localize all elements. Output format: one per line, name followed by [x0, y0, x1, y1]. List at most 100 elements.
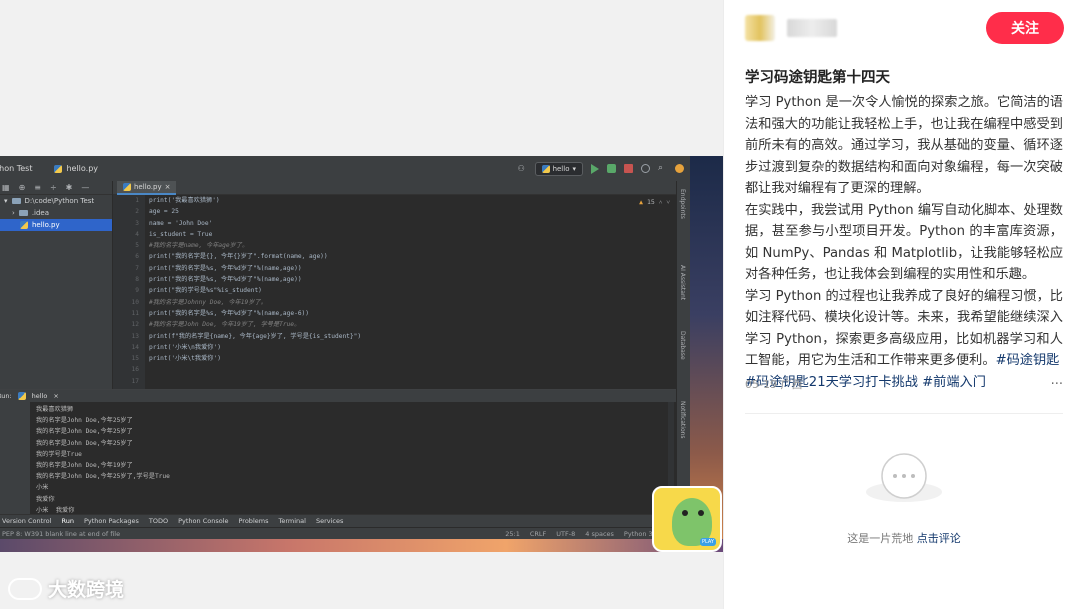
output-line: 我最喜欢猎狮 — [36, 406, 74, 413]
update-icon — [675, 164, 684, 173]
tool-tab: TODO — [148, 517, 169, 525]
line-number: 12 — [131, 321, 139, 329]
close-icon: × — [164, 183, 171, 191]
code-line: print("我的名字是{}, 今年{}岁了".format(name, age… — [149, 253, 328, 261]
post-date-location: 05-19 广西 — [745, 378, 803, 391]
side-tool-label: Database — [679, 331, 686, 360]
chevron-right-icon: › — [12, 209, 15, 217]
empty-comment-icon — [864, 450, 944, 510]
post-detail-panel: 关注 学习码途钥匙第十四天 学习 Python 是一次令人愉悦的探索之旅。它简洁… — [723, 0, 1080, 609]
line-number: 17 — [131, 377, 139, 385]
more-options-icon[interactable]: ··· — [1051, 377, 1063, 392]
project-item-idea: › .idea — [12, 209, 50, 217]
side-tool-label: AI Assistant — [679, 265, 686, 301]
code-editor: 1 2 3 4 5 6 7 8 9 10 11 12 13 14 15 16 17 print('我最喜欢猎狮'… — [113, 195, 676, 389]
run-panel-header: Run: hello × — [0, 390, 676, 402]
code-line: print('小米\n我爱你') — [149, 343, 221, 351]
output-line: 我的名字是John Doe,今年25岁了 — [36, 439, 133, 447]
line-number: 4 — [135, 230, 139, 238]
code-lines: print('我最喜欢猎狮') age = 25 name = 'John Doe'… — [149, 195, 669, 387]
project-toolbar: ▦ ⊕ ≡ ÷ ✱ — — [0, 181, 112, 195]
line-number: 9 — [135, 287, 139, 295]
code-line: #我的名字是Johnny Doe, 今年19岁了。 — [149, 298, 267, 306]
line-number: 10 — [131, 298, 139, 306]
run-panel: Run: hello × 我最喜欢猎狮我的名字是John Doe,今年25岁了我… — [0, 389, 676, 516]
author-name-blurred[interactable] — [787, 19, 837, 37]
folder-icon: ▦ — [2, 183, 10, 192]
editor-tab-hello: hello.py × — [117, 181, 177, 195]
post-paragraph: 在实践中，我尝试用 Python 编写自动化脚本、处理数据，甚至参与小型项目开发… — [745, 202, 1063, 283]
chevron-down-icon: ▾ — [572, 164, 576, 173]
search-icon: ⌕ — [658, 163, 664, 173]
line-number: 11 — [131, 309, 139, 317]
run-config-select: hello ▾ — [534, 161, 583, 176]
comment-link[interactable]: 点击评论 — [917, 532, 961, 545]
ide-project-title: thon Test — [0, 164, 33, 173]
project-root: ▾ D:\code\Python Test — [4, 197, 95, 205]
line-number: 7 — [135, 264, 139, 272]
watermark-logo-icon — [8, 577, 42, 600]
code-line: #我的名字是John Doe, 今年19岁了, 学号是True。 — [149, 321, 301, 329]
python-icon — [541, 164, 550, 173]
code-line: print("我的名字是%s, 今年%d岁了"%(name,age)) — [149, 264, 302, 272]
author-info[interactable] — [745, 15, 837, 41]
output-line: 我的名字是John Doe,今年25岁了,学号是True — [36, 473, 170, 481]
code-line: print(f"我的名字是{name}, 今年{age}岁了, 学号是{is_s… — [149, 332, 362, 340]
post-image[interactable]: thon Test hello.py ⚇ hello ▾ ⌕ — [0, 0, 723, 609]
divider — [745, 413, 1063, 414]
post-meta: 05-19 广西 ··· — [745, 376, 1063, 392]
python-file-icon — [54, 164, 63, 173]
side-tool-label: Notifications — [679, 401, 686, 439]
run-output: 我最喜欢猎狮 我的名字是John Doe,今年25岁了 我的名字是John Doe,… — [36, 404, 170, 516]
close-icon: × — [53, 392, 59, 400]
gear-icon: ✱ — [65, 183, 73, 192]
output-line: 我的名字是John Doe,今年25岁了 — [36, 428, 133, 436]
ide-file-crumb: hello.py — [54, 164, 98, 173]
code-line: is_student = True — [149, 230, 213, 238]
post-title: 学习码途钥匙第十四天 — [745, 70, 890, 86]
collapse-icon: ≡ — [34, 183, 41, 192]
empty-comments: 这是一片荒地 点击评论 — [745, 450, 1063, 546]
mascot-eye — [682, 510, 688, 516]
user-icon: ⚇ — [517, 164, 525, 173]
folder-icon — [11, 198, 21, 204]
code-line: print('我最喜欢猎狮') — [149, 197, 220, 204]
line-number: 16 — [131, 366, 139, 374]
python-file-icon — [123, 183, 131, 191]
output-line: 我的学号是True — [36, 450, 82, 458]
avatar[interactable] — [745, 15, 775, 41]
follow-button[interactable]: 关注 — [986, 12, 1064, 44]
line-number: 1 — [135, 197, 139, 204]
folder-icon — [18, 210, 28, 216]
expand-icon: ÷ — [49, 183, 57, 192]
line-number: 6 — [135, 253, 139, 261]
line-number: 5 — [135, 242, 139, 250]
line-number: 8 — [135, 276, 139, 284]
tool-tab: Terminal — [278, 517, 306, 525]
output-line: 我的名字是John Doe,今年25岁了 — [36, 417, 133, 425]
stop-icon — [624, 164, 633, 173]
play-badge: PLAY — [699, 538, 716, 546]
output-line: 小米 — [36, 484, 49, 492]
code-line: print("我的名字是%s, 今年%d岁了"%(name,age-6)) — [149, 309, 309, 317]
hashtag-link[interactable]: #码途钥匙 — [996, 353, 1060, 368]
locate-icon: ⊕ — [18, 183, 26, 192]
python-file-icon — [20, 221, 28, 229]
mascot-eye — [698, 510, 704, 516]
python-icon — [17, 392, 26, 400]
code-line: print("我的名字是%s, 今年%d岁了"%(name,age)) — [149, 276, 302, 284]
line-number: 13 — [131, 332, 139, 340]
editor-tabs: hello.py × — [113, 181, 676, 195]
post-content: 学习 Python 是一次令人愉悦的探索之旅。它简洁的语法和强大的功能让我轻松上… — [745, 92, 1063, 393]
chevron-down-icon: ▾ — [4, 197, 8, 205]
run-side-toolbar — [0, 402, 30, 515]
tool-window-tabs: Version Control Run Python Packages TODO Pyt… — [0, 514, 690, 527]
watermark: 大数跨境 — [8, 575, 124, 602]
mascot-sticker: PLAY — [652, 486, 722, 552]
code-line: age = 25 — [149, 208, 179, 216]
post-paragraph: 学习 Python 是一次令人愉悦的探索之旅。它简洁的语法和强大的功能让我轻松上… — [745, 95, 1063, 196]
code-line: #我的名字是name, 今年age岁了。 — [149, 242, 249, 250]
tool-tab: Version Control — [2, 517, 52, 525]
